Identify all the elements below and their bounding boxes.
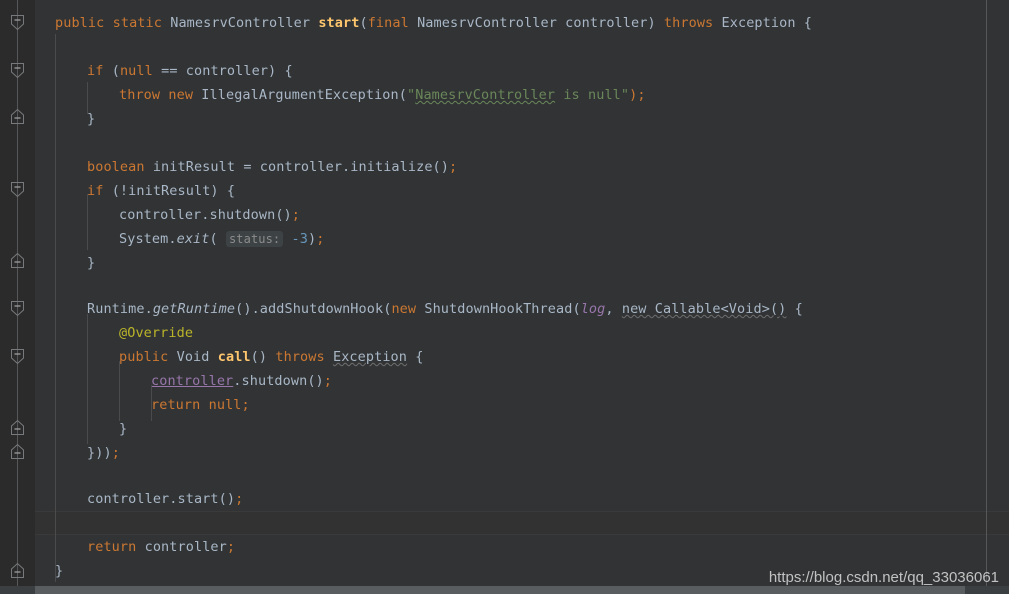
code-line[interactable]: @Override <box>119 321 193 345</box>
inline-parameter-hint[interactable]: status: <box>225 231 284 247</box>
code-content[interactable]: public static NamesrvController start(fi… <box>0 0 1009 594</box>
token-keyword: public <box>119 349 169 365</box>
token-annotation: @Override <box>119 325 194 341</box>
code-line[interactable]: return null; <box>151 393 250 417</box>
code-line[interactable]: boolean initResult = controller.initiali… <box>87 155 457 179</box>
fold-end-icon[interactable] <box>9 252 26 269</box>
code-line[interactable]: } <box>87 107 95 131</box>
token-string: "NamesrvController is null" <box>406 87 630 103</box>
token-keyword: null <box>119 63 153 79</box>
token-static-method: exit <box>176 231 210 247</box>
fold-start-icon[interactable] <box>9 300 26 317</box>
fold-end-icon[interactable] <box>9 108 26 125</box>
token-keyword: if <box>87 183 104 199</box>
token-keyword: return <box>151 397 201 413</box>
code-line[interactable]: public Void call() throws Exception { <box>119 345 424 369</box>
code-line[interactable]: public static NamesrvController start(fi… <box>55 11 812 35</box>
token-keyword: throws <box>275 349 325 365</box>
token-number: -3 <box>291 231 308 247</box>
fold-end-icon[interactable] <box>9 419 26 436</box>
code-editor[interactable]: public static NamesrvController start(fi… <box>0 0 1009 594</box>
code-line[interactable]: controller.shutdown(); <box>119 203 300 227</box>
code-line[interactable]: throw new IllegalArgumentException("Name… <box>119 83 646 107</box>
token-field: controller <box>151 373 234 389</box>
fold-end-icon[interactable] <box>9 443 26 460</box>
token-keyword: final <box>367 15 409 31</box>
token-static-field: log <box>580 301 606 317</box>
token-keyword: new <box>168 87 194 103</box>
indent-guide <box>87 82 88 114</box>
indent-guide <box>87 314 88 444</box>
code-line[interactable]: Runtime.getRuntime().addShutdownHook(new… <box>87 297 803 321</box>
code-line[interactable]: })); <box>87 441 120 465</box>
code-line[interactable]: } <box>119 417 127 441</box>
token-method-declaration: call <box>217 349 251 365</box>
token-keyword: boolean <box>87 159 145 175</box>
code-line[interactable]: } <box>55 559 63 583</box>
indent-guide <box>55 34 56 582</box>
token-keyword: return <box>87 539 137 555</box>
indent-guide <box>151 385 152 421</box>
indent-guide <box>119 361 120 421</box>
token-keyword: throw <box>119 87 161 103</box>
token-method-declaration: start <box>318 15 360 31</box>
fold-spine-line <box>17 0 18 594</box>
token-keyword: public <box>55 15 105 31</box>
watermark-url: https://blog.csdn.net/qq_33036061 <box>768 569 999 586</box>
right-margin-guide <box>986 0 987 594</box>
token-type: NamesrvController <box>417 15 557 31</box>
token-keyword: if <box>87 63 104 79</box>
token-keyword: new <box>391 301 417 317</box>
lambda-suggestion-warning: new Callable<Void>() <box>621 301 787 317</box>
fold-end-icon[interactable] <box>9 562 26 579</box>
token-keyword: null <box>208 397 242 413</box>
code-line[interactable]: controller.shutdown(); <box>151 369 332 393</box>
code-line[interactable]: System.exit( status: -3); <box>119 227 324 251</box>
token-keyword: static <box>112 15 162 31</box>
fold-start-icon[interactable] <box>9 62 26 79</box>
code-line[interactable]: controller.start(); <box>87 487 243 511</box>
code-line[interactable]: return controller; <box>87 535 235 559</box>
fold-start-icon[interactable] <box>9 14 26 31</box>
horizontal-scrollbar-thumb[interactable] <box>35 586 965 594</box>
token-keyword: throws <box>663 15 714 31</box>
spellcheck-warning: NamesrvController <box>415 87 556 103</box>
fold-start-icon[interactable] <box>9 181 26 198</box>
spellcheck-warning: Exception <box>332 349 408 365</box>
fold-start-icon[interactable] <box>9 348 26 365</box>
code-line[interactable]: if (!initResult) { <box>87 179 235 203</box>
token-static-method: getRuntime <box>152 301 236 317</box>
code-line[interactable]: } <box>87 251 95 275</box>
indent-guide <box>87 194 88 250</box>
code-line[interactable]: if (null == controller) { <box>87 59 293 83</box>
token-type: NamesrvController <box>170 15 311 31</box>
